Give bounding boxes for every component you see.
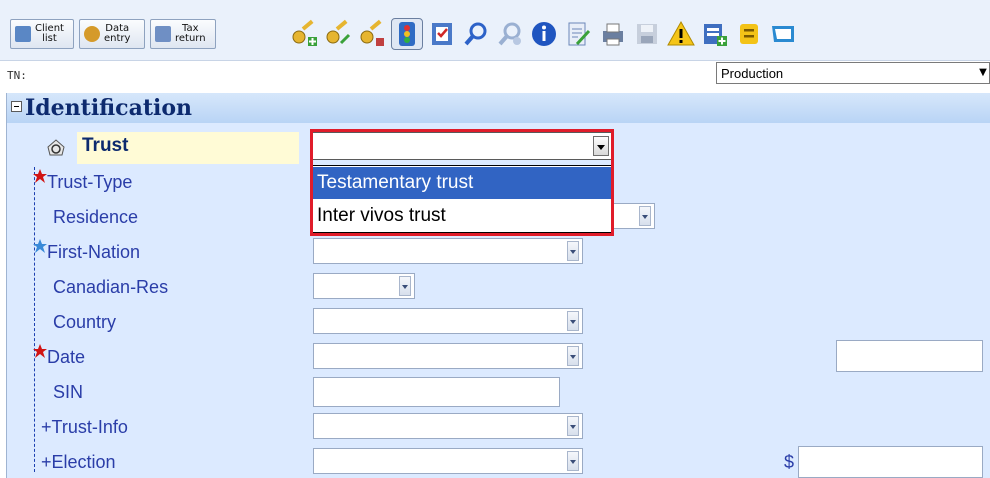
trust-options-list: Testamentary trust Inter vivos trust bbox=[312, 165, 612, 233]
checklist-icon[interactable] bbox=[426, 18, 458, 50]
key-edit-icon[interactable] bbox=[356, 18, 388, 50]
warning-icon[interactable] bbox=[665, 18, 697, 50]
tax-return-button[interactable]: Tax return bbox=[150, 19, 216, 49]
chevron-down-icon[interactable] bbox=[593, 136, 609, 156]
chevron-down-icon[interactable] bbox=[567, 451, 579, 471]
country-combo[interactable] bbox=[313, 308, 583, 334]
residence-label: Residence bbox=[53, 207, 139, 227]
required-marker-icon bbox=[33, 169, 47, 183]
date-label: Date bbox=[47, 347, 86, 367]
tree-connector bbox=[34, 167, 35, 472]
data-entry-button[interactable]: Data entry bbox=[79, 19, 145, 49]
country-label: Country bbox=[53, 312, 117, 332]
chevron-down-icon[interactable] bbox=[639, 206, 651, 226]
chevron-down-icon[interactable]: ▼ bbox=[977, 63, 989, 83]
key-add-icon[interactable] bbox=[288, 18, 320, 50]
section-header: Identification bbox=[7, 93, 990, 123]
trust-info-combo[interactable] bbox=[313, 413, 583, 439]
currency-symbol: $ bbox=[784, 452, 795, 472]
sin-label: SIN bbox=[53, 382, 84, 402]
client-list-icon bbox=[15, 26, 31, 42]
search-person-icon[interactable] bbox=[494, 18, 526, 50]
key-icon[interactable] bbox=[322, 18, 354, 50]
chevron-down-icon[interactable] bbox=[567, 346, 579, 366]
trust-type-label: Trust-Type bbox=[47, 172, 133, 192]
add-form-icon[interactable] bbox=[699, 18, 731, 50]
data-entry-icon bbox=[84, 26, 100, 42]
trust-info-link[interactable]: +Trust-Info bbox=[41, 417, 128, 438]
print-icon[interactable] bbox=[597, 18, 629, 50]
data-entry-label: Data entry bbox=[104, 23, 131, 44]
save-icon[interactable] bbox=[631, 18, 663, 50]
date-combo[interactable] bbox=[313, 343, 583, 369]
trust-option-testamentary[interactable]: Testamentary trust bbox=[313, 167, 611, 199]
trust-option-inter-vivos[interactable]: Inter vivos trust bbox=[313, 200, 611, 232]
edit-document-icon[interactable] bbox=[562, 18, 594, 50]
trust-tree-icon bbox=[47, 139, 65, 156]
required-marker-icon bbox=[33, 344, 47, 358]
trust-select[interactable] bbox=[312, 132, 612, 160]
search-icon[interactable] bbox=[460, 18, 492, 50]
client-list-button[interactable]: Client list bbox=[10, 19, 74, 49]
canadian-res-label: Canadian-Res bbox=[53, 277, 169, 297]
election-combo[interactable] bbox=[313, 448, 583, 474]
date-extra-field[interactable] bbox=[836, 340, 983, 372]
info-icon[interactable] bbox=[528, 18, 560, 50]
first-nation-label: First-Nation bbox=[47, 242, 141, 262]
chevron-down-icon[interactable] bbox=[399, 276, 411, 296]
production-select[interactable]: Production ▼ bbox=[716, 62, 990, 84]
election-amount-field[interactable] bbox=[798, 446, 983, 478]
collapse-toggle[interactable] bbox=[11, 101, 22, 112]
first-nation-combo[interactable] bbox=[313, 238, 583, 264]
chevron-down-icon[interactable] bbox=[567, 416, 579, 436]
tax-return-label: Tax return bbox=[175, 23, 206, 44]
tn-label: TN: bbox=[7, 69, 27, 82]
folder-icon[interactable] bbox=[767, 18, 799, 50]
chevron-down-icon[interactable] bbox=[567, 311, 579, 331]
production-select-value: Production bbox=[721, 66, 784, 81]
canadian-res-combo[interactable] bbox=[313, 273, 415, 299]
chevron-down-icon[interactable] bbox=[567, 241, 579, 261]
election-link[interactable]: +Election bbox=[41, 452, 116, 473]
section-title: Identification bbox=[25, 95, 193, 121]
toolbar: Client list Data entry Tax return bbox=[0, 0, 990, 61]
tax-return-icon bbox=[155, 26, 171, 42]
client-list-label: Client list bbox=[35, 23, 64, 44]
sin-field[interactable] bbox=[313, 377, 560, 407]
note-icon[interactable] bbox=[733, 18, 765, 50]
traffic-light-icon[interactable] bbox=[391, 18, 423, 50]
optional-marker-icon bbox=[33, 239, 47, 253]
trust-label: Trust bbox=[82, 135, 129, 156]
